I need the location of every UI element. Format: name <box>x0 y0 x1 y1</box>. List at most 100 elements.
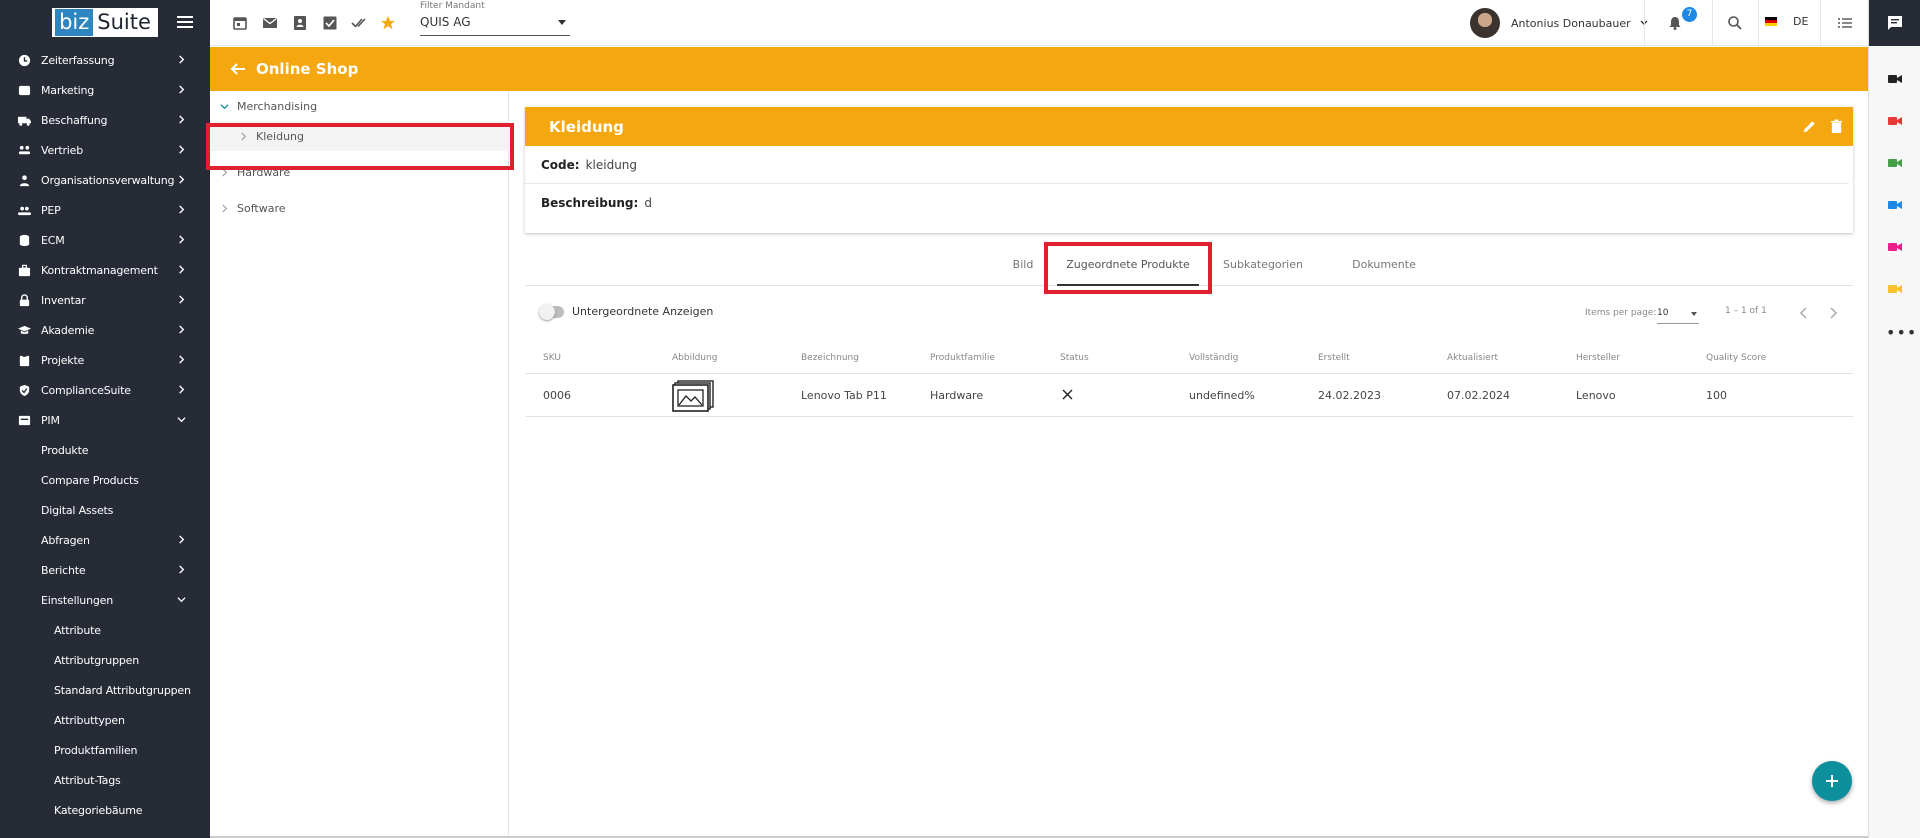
hamburger-menu-icon[interactable] <box>176 14 194 30</box>
sidebar-item-zeiterfassung[interactable]: Zeiterfassung <box>0 45 210 75</box>
tree-node-kleidung[interactable]: Kleidung <box>210 121 509 151</box>
calendar-icon[interactable] <box>232 15 248 31</box>
sidebar-item-label: Akademie <box>41 323 95 337</box>
add-fab-button[interactable] <box>1812 761 1852 801</box>
sidebar-item-kontraktmanagement[interactable]: Kontraktmanagement <box>0 255 210 285</box>
tab-zugeordnete-produkte[interactable]: Zugeordnete Produkte <box>1057 248 1199 286</box>
chevron-right-icon <box>222 204 228 212</box>
sidebar-item-projekte[interactable]: Projekte <box>0 345 210 375</box>
cell-aktualisiert: 07.02.2024 <box>1447 389 1510 402</box>
chevron-right-icon <box>222 168 228 176</box>
tab-dokumente[interactable]: Dokumente <box>1336 248 1432 286</box>
table-row[interactable]: 0006 Lenovo Tab P11 Hardware undefined% … <box>525 373 1853 417</box>
bell-icon[interactable] <box>1667 15 1683 31</box>
dropdown-arrow-icon <box>558 20 566 25</box>
video-call-blue-icon[interactable] <box>1888 199 1902 211</box>
sidebar-item-attributtypen[interactable]: Attributtypen <box>0 705 210 735</box>
contact-card-icon[interactable] <box>292 15 308 31</box>
items-per-page-select[interactable]: 10 <box>1657 304 1699 324</box>
german-flag-icon <box>1765 17 1777 26</box>
sidebar-item-standard-attributgruppen[interactable]: Standard Attributgruppen <box>0 675 210 705</box>
task-checkbox-icon[interactable] <box>322 15 338 31</box>
video-call-black-icon[interactable] <box>1888 73 1902 85</box>
video-call-red-icon[interactable] <box>1888 115 1902 127</box>
sidebar-item-produktfamilien[interactable]: Produktfamilien <box>0 735 210 765</box>
sidebar-item-organisationsverwaltung[interactable]: Organisationsverwaltung <box>0 165 210 195</box>
toggle-switch[interactable] <box>539 303 564 320</box>
clock-icon <box>18 54 31 66</box>
sidebar-item-compare-products[interactable]: Compare Products <box>0 465 210 495</box>
sidebar-item-pim[interactable]: PIM <box>0 405 210 435</box>
cell-erstellt: 24.02.2023 <box>1318 389 1381 402</box>
more-horizontal-icon[interactable]: ••• <box>1886 325 1917 341</box>
chevron-down-icon <box>177 417 186 423</box>
sidebar-item-akademie[interactable]: Akademie <box>0 315 210 345</box>
column-header-abbildung[interactable]: Abbildung <box>672 353 717 363</box>
sidebar-item-vertrieb[interactable]: Vertrieb <box>0 135 210 165</box>
delete-trash-icon[interactable] <box>1830 119 1843 134</box>
page-header: Online Shop <box>210 47 1868 91</box>
sidebar-item-inventar[interactable]: Inventar <box>0 285 210 315</box>
tree-node-merchandising[interactable]: Merchandising <box>210 91 509 121</box>
video-call-green-icon[interactable] <box>1888 157 1902 169</box>
next-page-icon[interactable] <box>1826 306 1840 320</box>
handshake-icon <box>18 145 31 154</box>
megaphone-icon <box>18 85 31 95</box>
column-header-status[interactable]: Status <box>1060 353 1089 363</box>
products-table: SKU Abbildung Bezeichnung Produktfamilie… <box>525 345 1853 417</box>
clipboard-icon <box>19 354 30 366</box>
column-header-quality-score[interactable]: Quality Score <box>1706 353 1766 363</box>
sidebar-item-berichte[interactable]: Berichte <box>0 555 210 585</box>
star-favorites-icon[interactable] <box>380 15 396 31</box>
tree-node-hardware[interactable]: Hardware <box>210 157 509 187</box>
user-menu[interactable]: Antonius Donaubauer <box>1470 8 1649 38</box>
code-label: Code: <box>541 157 580 172</box>
column-header-vollstaendig[interactable]: Vollständig <box>1189 353 1238 363</box>
chevron-down-icon <box>220 103 229 109</box>
sidebar-item-digital-assets[interactable]: Digital Assets <box>0 495 210 525</box>
search-icon[interactable] <box>1727 15 1743 31</box>
column-header-sku[interactable]: SKU <box>543 353 561 363</box>
show-subordinate-toggle[interactable]: Untergeordnete Anzeigen <box>539 303 713 320</box>
double-check-icon[interactable] <box>351 15 367 31</box>
column-header-aktualisiert[interactable]: Aktualisiert <box>1447 353 1498 363</box>
right-rail: ••• <box>1868 0 1920 838</box>
language-switch[interactable]: DE <box>1765 15 1808 28</box>
sidebar-item-kategoriebaeume[interactable]: Kategoriebäume <box>0 795 210 825</box>
items-per-page-label: Items per page: <box>1585 308 1657 318</box>
sidebar-item-pep[interactable]: PEP <box>0 195 210 225</box>
sidebar-item-label: Kontraktmanagement <box>41 263 158 277</box>
sidebar-item-abfragen[interactable]: Abfragen <box>0 525 210 555</box>
sidebar-item-label: Beschaffung <box>41 113 108 127</box>
chat-button[interactable] <box>1869 0 1920 46</box>
sidebar-item-marketing[interactable]: Marketing <box>0 75 210 105</box>
video-call-yellow-icon[interactable] <box>1888 283 1902 295</box>
column-header-hersteller[interactable]: Hersteller <box>1576 353 1620 363</box>
sidebar-item-einstellungen[interactable]: Einstellungen <box>0 585 210 615</box>
bizsuite-logo[interactable]: biz Suite <box>52 8 158 37</box>
column-header-produktfamilie[interactable]: Produktfamilie <box>930 353 995 363</box>
chat-icon <box>1888 16 1902 30</box>
previous-page-icon[interactable] <box>1797 306 1811 320</box>
sidebar-item-attributgruppen[interactable]: Attributgruppen <box>0 645 210 675</box>
column-header-bezeichnung[interactable]: Bezeichnung <box>801 353 859 363</box>
sidebar-item-compliancesuite[interactable]: ComplianceSuite <box>0 375 210 405</box>
back-arrow-icon[interactable] <box>230 61 246 77</box>
mail-icon[interactable] <box>262 15 278 31</box>
list-icon[interactable] <box>1837 15 1853 31</box>
sidebar-item-beschaffung[interactable]: Beschaffung <box>0 105 210 135</box>
sidebar-item-ecm[interactable]: ECM <box>0 225 210 255</box>
edit-pencil-icon[interactable] <box>1802 119 1817 134</box>
sidebar-item-produkte[interactable]: Produkte <box>0 435 210 465</box>
sidebar-item-attribut-tags[interactable]: Attribut-Tags <box>0 765 210 795</box>
video-call-pink-icon[interactable] <box>1888 241 1902 253</box>
mandant-select[interactable]: QUIS AG <box>420 15 570 36</box>
tab-subkategorien[interactable]: Subkategorien <box>1215 248 1311 286</box>
truck-icon <box>18 116 31 126</box>
chevron-right-icon <box>179 145 185 154</box>
tree-node-label: Software <box>237 201 286 215</box>
tree-node-software[interactable]: Software <box>210 193 509 223</box>
sidebar-item-attribute[interactable]: Attribute <box>0 615 210 645</box>
sidebar-item-label: Inventar <box>41 293 86 307</box>
column-header-erstellt[interactable]: Erstellt <box>1318 353 1350 363</box>
